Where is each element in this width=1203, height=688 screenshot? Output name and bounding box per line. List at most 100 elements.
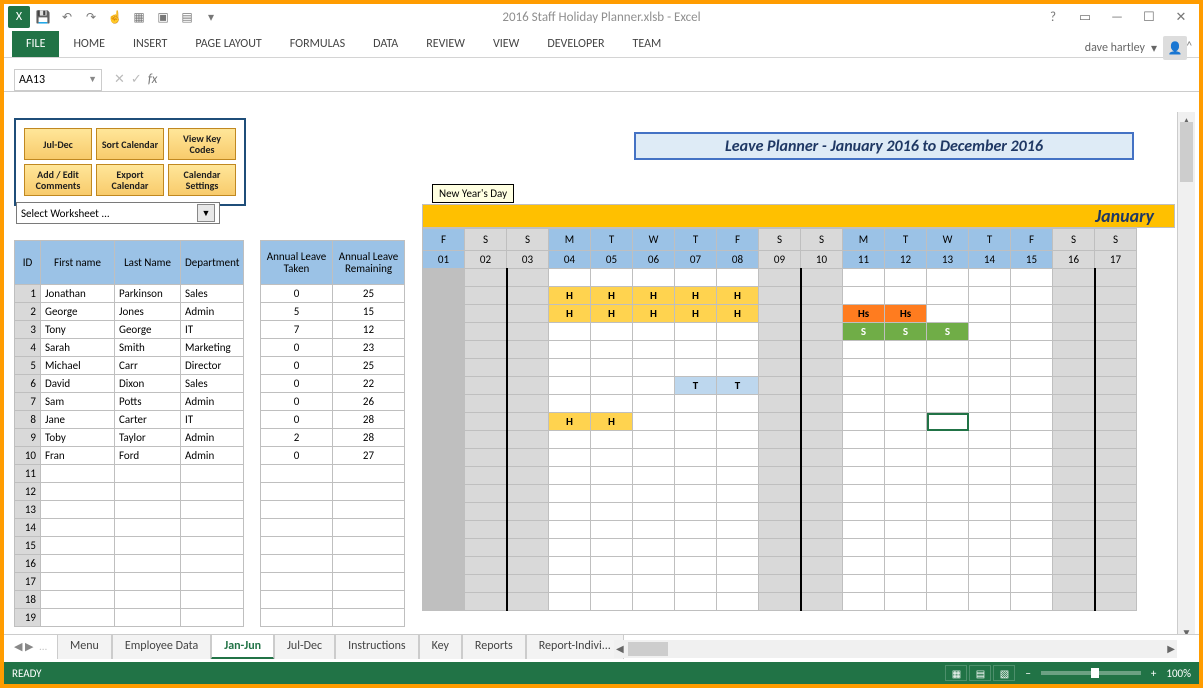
calendar-cell[interactable] — [885, 539, 927, 557]
calendar-cell[interactable] — [507, 503, 549, 521]
calendar-row[interactable]: SSS — [423, 323, 1137, 341]
calendar-cell[interactable] — [423, 593, 465, 611]
cancel-formula-icon[interactable]: ✕ — [114, 72, 125, 87]
calendar-row[interactable] — [423, 503, 1137, 521]
cell-leave-remaining[interactable]: 23 — [333, 339, 405, 357]
date-header[interactable]: 02 — [465, 251, 507, 269]
calendar-cell[interactable] — [843, 521, 885, 539]
calendar-cell[interactable] — [717, 485, 759, 503]
calendar-cell[interactable] — [675, 539, 717, 557]
calendar-cell[interactable] — [1011, 593, 1053, 611]
calendar-cell[interactable] — [1053, 575, 1095, 593]
calendar-cell[interactable] — [423, 341, 465, 359]
calendar-cell[interactable] — [1011, 323, 1053, 341]
cell-lastname[interactable] — [115, 555, 181, 573]
table-row[interactable] — [261, 591, 405, 609]
calendar-cell[interactable] — [969, 359, 1011, 377]
calendar-cell[interactable] — [717, 269, 759, 287]
calendar-cell[interactable] — [927, 485, 969, 503]
calendar-cell[interactable] — [1095, 287, 1137, 305]
cell-firstname[interactable] — [41, 573, 115, 591]
calendar-cell[interactable] — [507, 467, 549, 485]
minimize-icon[interactable]: — — [1105, 6, 1129, 28]
cell-lastname[interactable]: Taylor — [115, 429, 181, 447]
calendar-cell[interactable] — [885, 431, 927, 449]
calendar-cell[interactable] — [717, 395, 759, 413]
calendar-cell[interactable] — [591, 431, 633, 449]
calendar-cell[interactable] — [549, 503, 591, 521]
calendar-cell[interactable] — [759, 485, 801, 503]
calendar-cell[interactable] — [801, 593, 843, 611]
calendar-cell[interactable] — [885, 467, 927, 485]
cell-id[interactable]: 17 — [15, 573, 41, 591]
cell-department[interactable] — [181, 573, 244, 591]
calendar-cell[interactable] — [633, 503, 675, 521]
signed-in-user[interactable]: dave hartley ▾ 👤 — [1085, 36, 1187, 60]
view-layout-icon[interactable]: ▤ — [969, 665, 991, 681]
calendar-cell[interactable] — [549, 341, 591, 359]
calendar-cell[interactable] — [591, 557, 633, 575]
calendar-cell[interactable] — [549, 467, 591, 485]
table-row[interactable]: 5 Michael Carr Director — [15, 357, 244, 375]
calendar-cell[interactable] — [759, 449, 801, 467]
save-icon[interactable]: 💾 — [32, 6, 54, 28]
calendar-cell[interactable] — [759, 431, 801, 449]
calendar-cell[interactable] — [801, 413, 843, 431]
calendar-cell[interactable] — [885, 341, 927, 359]
calendar-cell[interactable]: H — [591, 305, 633, 323]
calendar-cell[interactable] — [1095, 557, 1137, 575]
day-header[interactable]: F — [717, 229, 759, 251]
calendar-cell[interactable] — [717, 431, 759, 449]
table-row[interactable]: 5 15 — [261, 303, 405, 321]
cell-department[interactable]: Admin — [181, 303, 244, 321]
calendar-cell[interactable] — [675, 593, 717, 611]
calendar-cell[interactable] — [465, 359, 507, 377]
calendar-cell[interactable] — [1053, 593, 1095, 611]
calendar-cell[interactable] — [717, 593, 759, 611]
zoom-in-icon[interactable]: + — [1151, 667, 1156, 680]
cell-department[interactable]: IT — [181, 321, 244, 339]
calendar-cell[interactable] — [1011, 341, 1053, 359]
cell-leave-taken[interactable]: 0 — [261, 375, 333, 393]
calendar-cell[interactable] — [591, 449, 633, 467]
calendar-cell[interactable] — [1053, 341, 1095, 359]
calendar-row[interactable] — [423, 485, 1137, 503]
calendar-cell[interactable] — [801, 485, 843, 503]
calendar-cell[interactable] — [507, 305, 549, 323]
ribbon-display-icon[interactable]: ▭ — [1073, 6, 1097, 28]
calendar-cell[interactable] — [423, 323, 465, 341]
cell-department[interactable]: IT — [181, 411, 244, 429]
cell-firstname[interactable] — [41, 519, 115, 537]
calendar-cell[interactable]: H — [549, 305, 591, 323]
cell-lastname[interactable] — [115, 537, 181, 555]
calendar-cell[interactable] — [633, 341, 675, 359]
calendar-cell[interactable] — [927, 467, 969, 485]
calendar-cell[interactable] — [423, 431, 465, 449]
cell-lastname[interactable] — [115, 465, 181, 483]
calendar-cell[interactable] — [1053, 359, 1095, 377]
cell-leave-taken[interactable]: 0 — [261, 339, 333, 357]
calendar-cell[interactable] — [1095, 485, 1137, 503]
calendar-cell[interactable] — [1011, 521, 1053, 539]
calendar-cell[interactable] — [927, 305, 969, 323]
calendar-cell[interactable] — [423, 305, 465, 323]
touch-mode-icon[interactable]: ☝ — [104, 6, 126, 28]
calendar-cell[interactable] — [1095, 395, 1137, 413]
calendar-cell[interactable] — [507, 557, 549, 575]
cell-leave-remaining[interactable]: 22 — [333, 375, 405, 393]
calendar-cell[interactable] — [1053, 467, 1095, 485]
calendar-cell[interactable] — [843, 593, 885, 611]
calendar-cell[interactable] — [843, 341, 885, 359]
calendar-cell[interactable] — [969, 575, 1011, 593]
table-row[interactable]: 10 Fran Ford Admin — [15, 447, 244, 465]
calendar-cell[interactable] — [465, 521, 507, 539]
view-normal-icon[interactable]: ▦ — [945, 665, 967, 681]
calendar-cell[interactable] — [717, 575, 759, 593]
cell-lastname[interactable]: Carter — [115, 411, 181, 429]
calendar-cell[interactable] — [1011, 467, 1053, 485]
calendar-cell[interactable] — [801, 269, 843, 287]
calendar-cell[interactable] — [759, 395, 801, 413]
date-header[interactable]: 09 — [759, 251, 801, 269]
calendar-cell[interactable] — [717, 449, 759, 467]
day-header[interactable]: S — [465, 229, 507, 251]
